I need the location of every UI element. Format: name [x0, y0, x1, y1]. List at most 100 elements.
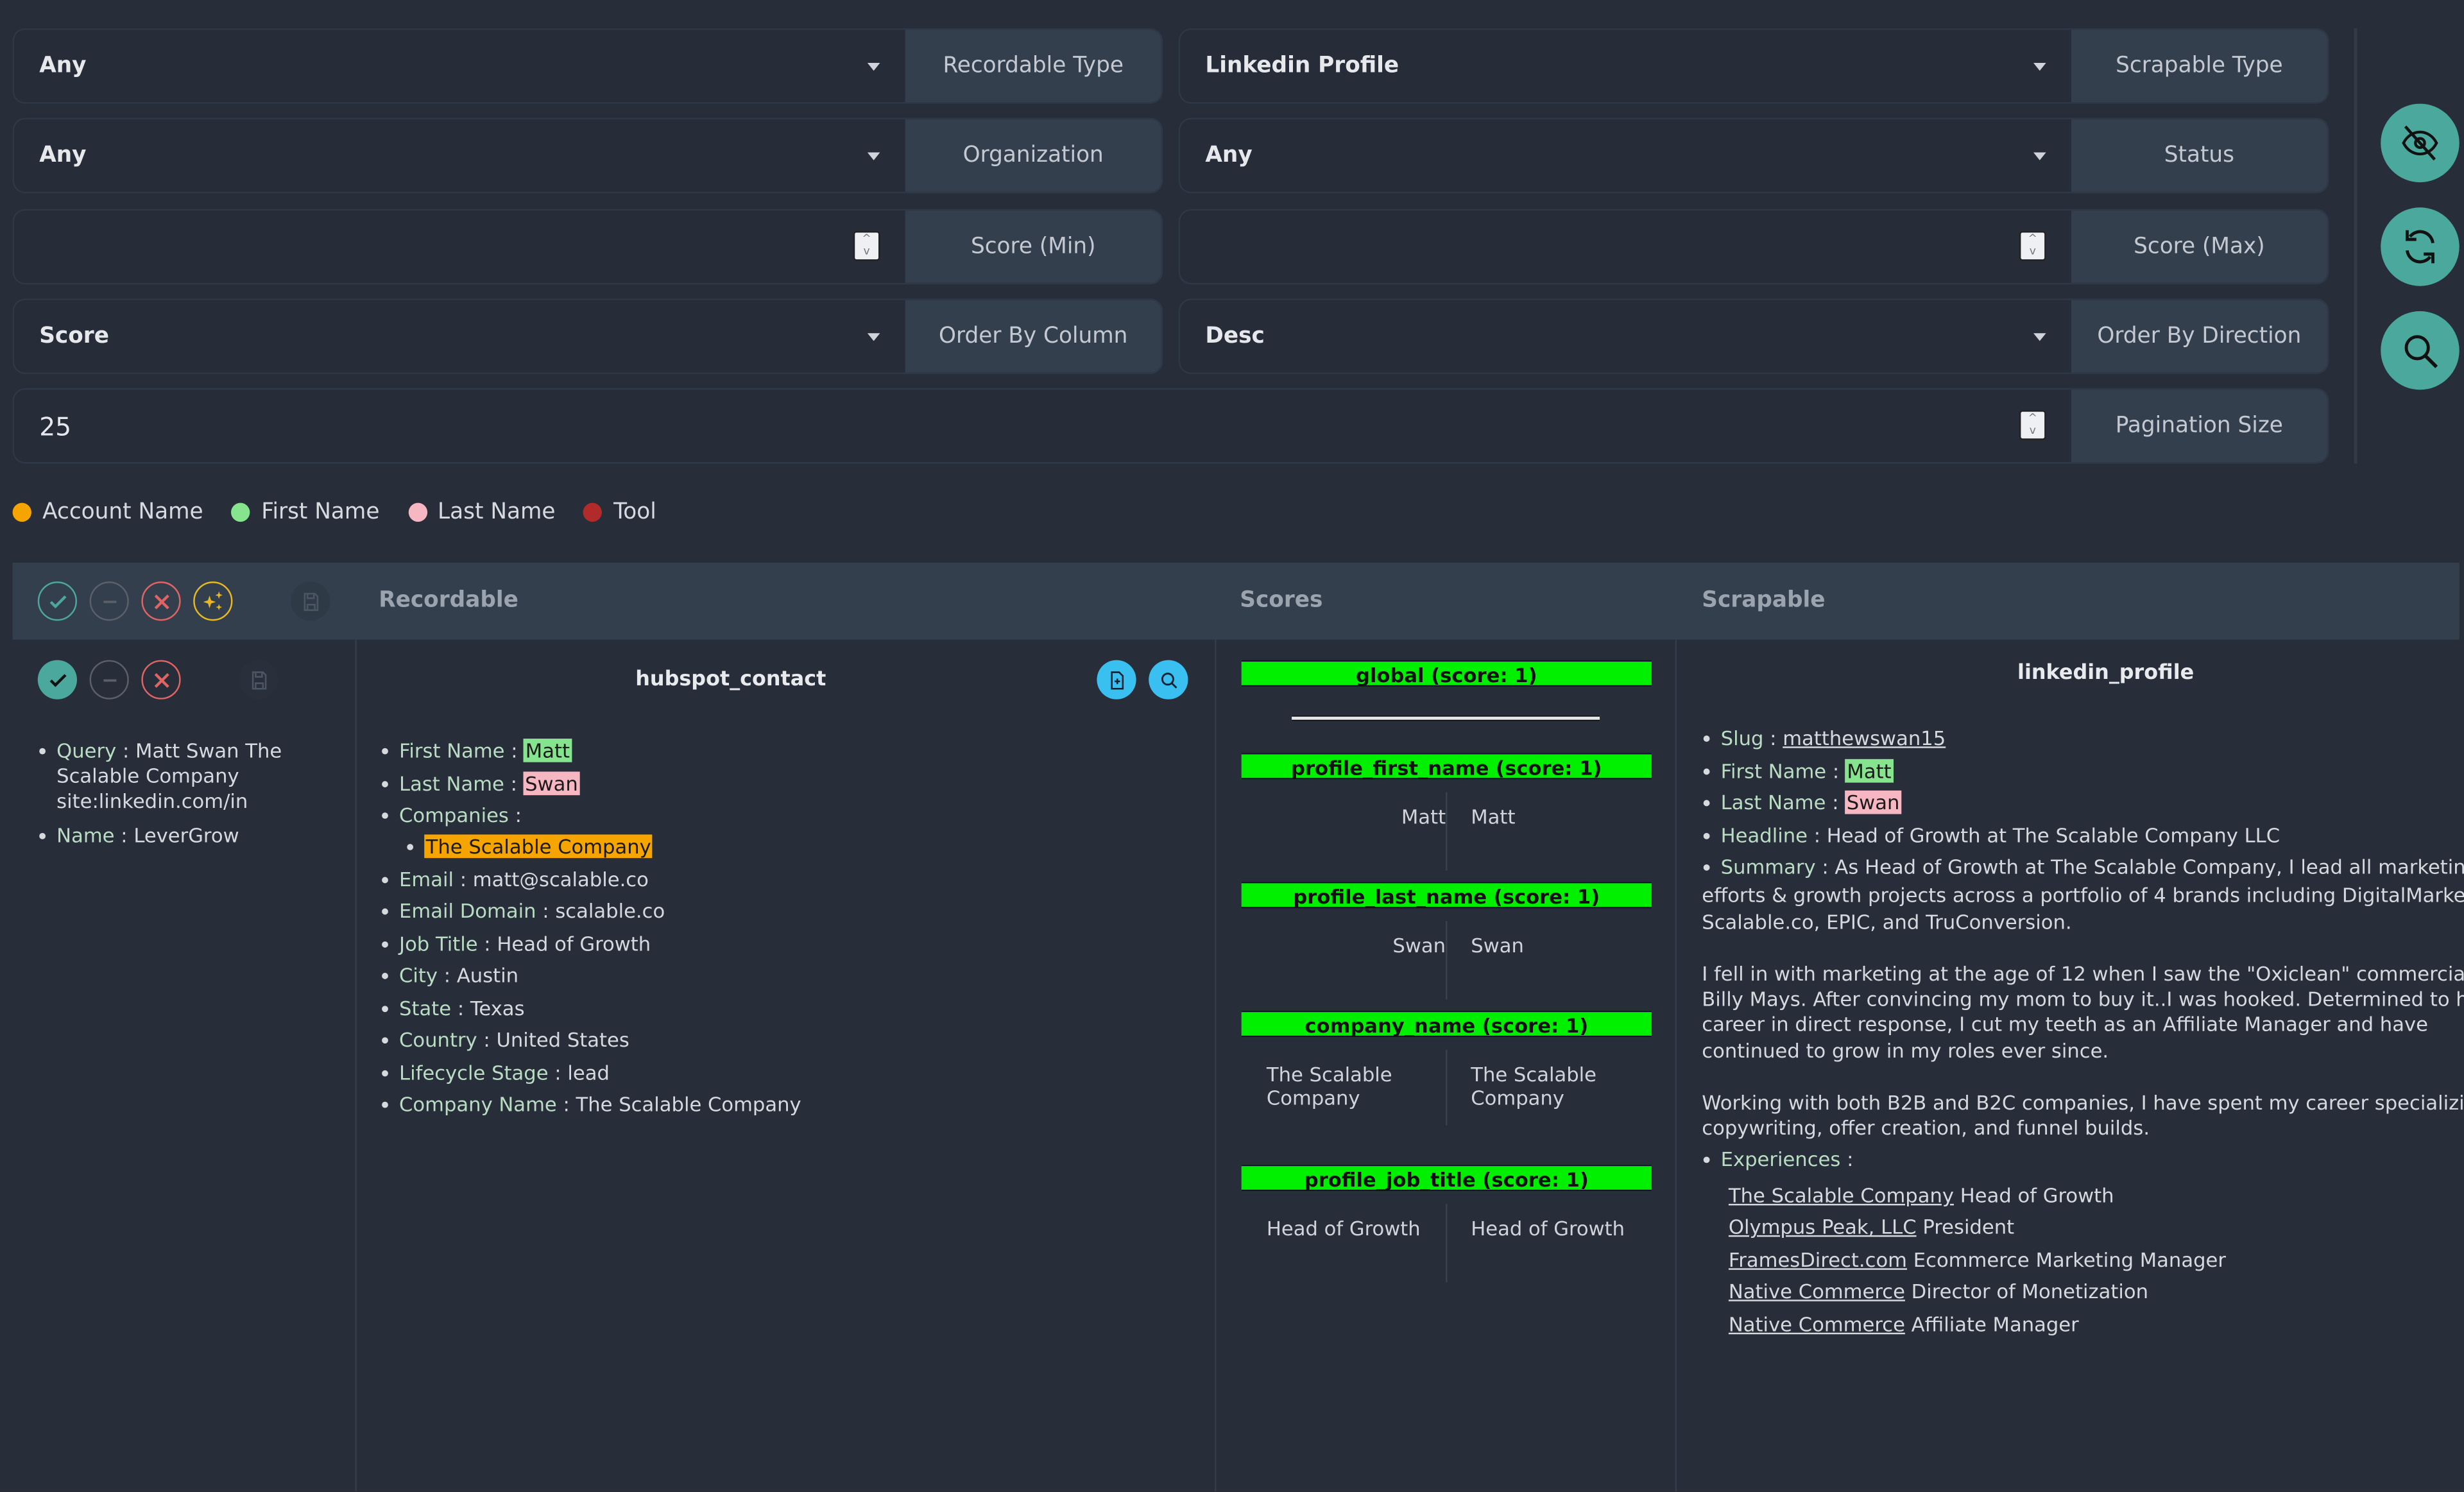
scrapable-type-select[interactable]: Linkedin Profile	[1180, 30, 2071, 103]
selected-value: Score	[39, 323, 109, 349]
selected-value: Any	[39, 142, 87, 169]
legend-color-dot	[231, 502, 251, 522]
order-by-column-select[interactable]: Score	[14, 300, 905, 373]
scrapable-value: Head of Growth	[1471, 1216, 1625, 1240]
chevron-down-icon	[867, 62, 880, 71]
score-bar-last-name: profile_last_name (score: 1)	[1241, 881, 1652, 909]
save-all-button[interactable]	[291, 581, 330, 621]
status-filter: Any Status	[1178, 117, 2329, 194]
summary-blank-line	[1702, 936, 2464, 961]
field-value: Texas	[470, 995, 525, 1020]
create-record-button[interactable]	[1097, 660, 1136, 699]
field-key: Headline	[1720, 823, 1808, 846]
status-select[interactable]: Any	[1180, 119, 2071, 192]
neutral-button[interactable]	[89, 660, 129, 699]
organization-select[interactable]: Any	[14, 119, 905, 192]
selected-value: Linkedin Profile	[1205, 53, 1399, 79]
pagination-size-input[interactable]: 25 ^ v	[14, 390, 2071, 463]
field-key: First Name	[1720, 758, 1827, 782]
column-header-scrapable: Scrapable	[1702, 587, 1826, 613]
save-button[interactable]	[239, 660, 278, 699]
score-min-input[interactable]: ^ v	[14, 210, 905, 283]
search-record-button[interactable]	[1149, 660, 1188, 699]
field-value: Austin	[456, 963, 519, 987]
legend-color-dot	[583, 502, 603, 522]
field-country: Country : United States	[381, 1028, 1197, 1053]
field-slug: Slug : matthewswan15	[1702, 726, 2464, 751]
field-first-name: First Name : Matt	[1702, 758, 2464, 784]
toggle-visibility-button[interactable]	[2381, 103, 2460, 183]
field-key: Experiences	[1720, 1147, 1841, 1172]
chevron-down-icon	[867, 333, 880, 341]
highlight-account-name: The Scalable Company	[424, 834, 653, 859]
eye-off-icon	[2402, 125, 2438, 161]
field-last-name: Last Name : Swan	[381, 771, 1197, 796]
recordable-value: Swan	[1392, 933, 1446, 957]
summary-line: I fell in with marketing at the age of 1…	[1702, 961, 2464, 985]
field-key: Lifecycle Stage	[399, 1059, 549, 1084]
summary-line: As Head of Growth at The Scalable Compan…	[1835, 855, 2464, 879]
experiences-list: Experiences :	[1702, 1148, 2464, 1173]
experience-title: Affiliate Manager	[1911, 1312, 2079, 1336]
number-spinner-icon[interactable]: ^ v	[853, 231, 880, 261]
recordable-type-select[interactable]: Any	[14, 30, 905, 103]
score-comparison: Matt Matt	[1242, 792, 1652, 883]
experience-company-link[interactable]: Native Commerce	[1729, 1280, 1905, 1304]
experience-company-link[interactable]: Native Commerce	[1729, 1312, 1905, 1336]
refresh-button[interactable]	[2381, 207, 2460, 286]
field-email-domain: Email Domain : scalable.co	[381, 899, 1197, 924]
column-divider	[1675, 639, 1677, 1492]
field-value: lead	[567, 1059, 610, 1084]
x-icon	[153, 672, 169, 687]
scrapable-fields: Slug : matthewswan15 First Name : Matt L…	[1702, 726, 2464, 1341]
auto-score-button[interactable]	[193, 581, 233, 621]
summary-line: career in direct response, I cut my teet…	[1702, 1013, 2428, 1036]
experience-title: Head of Growth	[1960, 1183, 2114, 1207]
experience-company-link[interactable]: The Scalable Company	[1729, 1183, 1954, 1207]
recordable-value: The Scalable Company	[1266, 1062, 1392, 1110]
reject-button[interactable]	[141, 660, 181, 699]
scrapable-value: Matt	[1471, 804, 1516, 828]
reject-all-button[interactable]	[141, 581, 181, 621]
experience-title: Ecommerce Marketing Manager	[1913, 1248, 2226, 1272]
summary-line: copywriting, offer creation, and funnel …	[1702, 1115, 2150, 1140]
check-icon	[49, 594, 66, 608]
field-key: Slug	[1720, 726, 1764, 750]
companies-list: The Scalable Company	[406, 834, 1197, 859]
number-spinner-icon[interactable]: ^ v	[2019, 231, 2046, 261]
approve-button[interactable]	[37, 660, 78, 699]
minus-icon	[103, 599, 116, 603]
order-by-direction-select[interactable]: Desc	[1180, 300, 2071, 373]
review-page: Any Recordable Type Any Organization ^ v …	[0, 0, 2464, 1492]
score-max-input[interactable]: ^ v	[1180, 210, 2071, 283]
meta-name: Name : LeverGrow	[38, 823, 336, 848]
field-key: Country	[399, 1027, 477, 1052]
legend-item-tool: Tool	[583, 500, 656, 525]
experience-company-link[interactable]: Olympus Peak, LLC	[1729, 1215, 1917, 1239]
neutral-all-button[interactable]	[89, 581, 129, 621]
field-key: Query	[56, 739, 117, 762]
scrapable-value: Swan	[1471, 933, 1524, 957]
experience-company-link[interactable]: FramesDirect.com	[1729, 1248, 1907, 1271]
summary-blank-line	[1702, 1065, 2464, 1090]
field-key: Last Name	[399, 771, 504, 794]
approve-all-button[interactable]	[37, 581, 78, 621]
scrapable-type-filter: Linkedin Profile Scrapable Type	[1178, 28, 2329, 104]
search-button[interactable]	[2381, 311, 2460, 390]
field-value: Head of Growth	[497, 931, 651, 955]
slug-link[interactable]: matthewswan15	[1783, 726, 1946, 750]
number-spinner-icon[interactable]: ^ v	[2019, 410, 2046, 440]
save-icon	[303, 592, 318, 610]
row-meta-list: Query : Matt Swan The Scalable Company s…	[38, 739, 336, 855]
filter-label: Status	[2071, 119, 2327, 192]
chevron-down-icon	[2033, 152, 2046, 160]
filter-label: Recordable Type	[905, 30, 1161, 103]
field-experiences: Experiences :	[1702, 1148, 2464, 1173]
field-key: Company Name	[399, 1092, 557, 1116]
selected-value: Any	[1205, 142, 1253, 169]
legend-label: Last Name	[438, 499, 556, 525]
filter-label: Organization	[905, 119, 1161, 192]
experience-item: Native Commerce Affiliate Manager	[1729, 1309, 2464, 1341]
field-value: Head of Growth at The Scalable Company L…	[1826, 823, 2280, 846]
legend-item-first-name: First Name	[231, 500, 379, 525]
